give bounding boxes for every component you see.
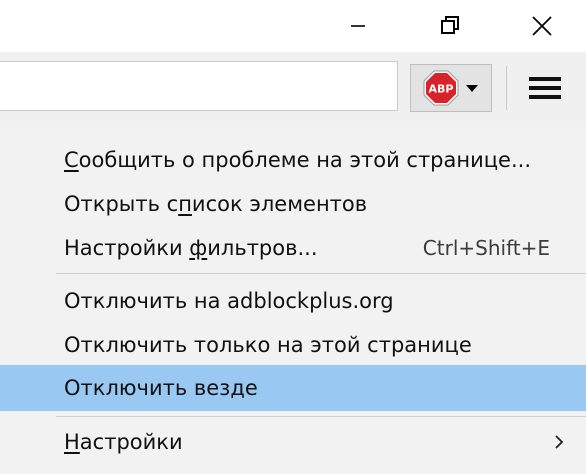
adblock-plus-button[interactable]: ABP (410, 64, 492, 112)
menu-item-disable-on-site[interactable]: Отключить на adblockplus.org (0, 278, 586, 324)
menu-item-disable-everywhere[interactable]: Отключить везде (0, 365, 586, 411)
hamburger-menu-icon (529, 77, 561, 99)
menu-item-disable-on-page[interactable]: Отключить только на этой странице (0, 322, 586, 368)
menu-item-options[interactable]: Настройки (0, 419, 586, 465)
toolbar-separator (506, 66, 507, 110)
menu-item-label: Настройки (64, 430, 183, 454)
close-icon (532, 16, 552, 36)
menu-item-label: Настройки фильтров... (64, 236, 318, 260)
main-menu-button[interactable] (520, 68, 570, 108)
menu-separator (56, 416, 586, 417)
title-bar (0, 0, 586, 52)
browser-window: ABP Сообщить о проблеме на этой странице… (0, 0, 586, 474)
restore-icon (441, 16, 459, 34)
url-bar[interactable] (0, 61, 398, 111)
menu-item-label: Отключить только на этой странице (64, 333, 472, 357)
minimize-icon (351, 25, 365, 27)
menu-item-label: Отключить везде (64, 376, 258, 400)
restore-button[interactable] (424, 0, 476, 52)
toolbar: ABP (0, 52, 586, 126)
chevron-right-icon (555, 435, 564, 449)
menu-item-report-issue[interactable]: Сообщить о проблеме на этой странице... (0, 137, 586, 183)
menu-item-label: Отключить на adblockplus.org (64, 289, 394, 313)
menu-item-label: Сообщить о проблеме на этой странице... (64, 148, 531, 172)
close-button[interactable] (516, 0, 568, 52)
minimize-button[interactable] (332, 0, 384, 52)
adblock-plus-icon: ABP (423, 70, 459, 106)
menu-separator (56, 273, 586, 274)
abp-icon-text: ABP (429, 83, 454, 96)
menu-item-filter-preferences[interactable]: Настройки фильтров... Ctrl+Shift+E (0, 225, 586, 271)
adblock-dropdown-menu: Сообщить о проблеме на этой странице... … (0, 126, 586, 474)
menu-item-label: Открыть список элементов (64, 192, 368, 216)
chevron-down-icon[interactable] (465, 83, 479, 93)
menu-item-open-blockable-items[interactable]: Открыть список элементов (0, 181, 586, 227)
menu-item-shortcut: Ctrl+Shift+E (422, 236, 550, 260)
